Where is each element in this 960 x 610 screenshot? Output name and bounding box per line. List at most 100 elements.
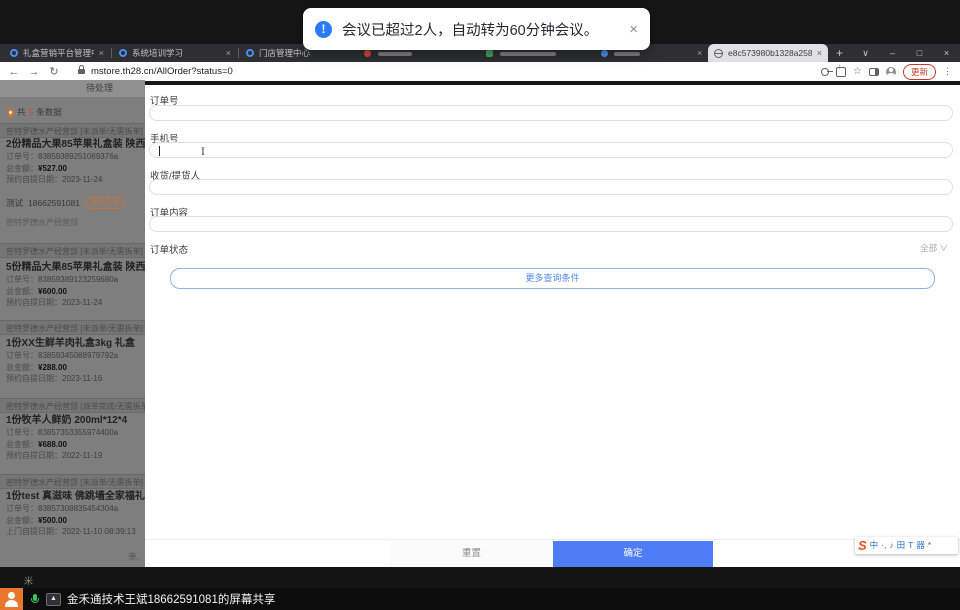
- sidebar-tab-pending[interactable]: 待处理: [0, 80, 145, 97]
- sogou-logo-icon[interactable]: S: [858, 537, 867, 554]
- ime-toolbar: S 中 ·, ♪ 田 T 器 *: [855, 537, 958, 554]
- meeting-banner: ! 会议已超过2人，自动转为60分钟会议。 ×: [303, 8, 650, 50]
- screen-share-icon[interactable]: ▲: [46, 592, 61, 606]
- site-icon: [246, 49, 254, 57]
- pickup-date: 2023-11-24: [62, 298, 103, 307]
- partial-greeting-text: 亲,: [128, 551, 139, 561]
- window-maximize-button[interactable]: □: [906, 48, 933, 58]
- hidden-tab-icon: [364, 50, 371, 57]
- site-icon: [10, 49, 18, 57]
- tab-close-icon[interactable]: ×: [226, 48, 231, 58]
- status-select[interactable]: 全部 ∨: [920, 242, 948, 254]
- order-count-number: 5: [28, 107, 34, 117]
- order-number: 83857353355974400a: [38, 428, 119, 437]
- hidden-tab-text: [614, 52, 640, 56]
- tab-title: 礼盒营销平台管理中心: [23, 48, 94, 58]
- browser-more-menu-icon[interactable]: ⋮: [943, 66, 952, 77]
- window-minimize-button[interactable]: –: [879, 48, 906, 58]
- back-icon[interactable]: ←: [4, 66, 24, 78]
- reload-icon[interactable]: ↻: [44, 65, 64, 78]
- meeting-banner-text: 会议已超过2人，自动转为60分钟会议。: [342, 22, 599, 39]
- tab-training[interactable]: 系统培训学习 ×: [113, 44, 237, 62]
- merchant-header: 密特罗德水产经营部 [未派单/无需拆单]: [0, 320, 145, 335]
- product-name: 1份牧羊人鲜奶 200ml*12*4: [6, 415, 128, 426]
- order-card[interactable]: 2份精品大果85苹果礼盒装 陕西洛阳16 订单号：838593892510693…: [6, 138, 145, 228]
- browser-menu-chevron[interactable]: ∨: [852, 48, 879, 59]
- side-panel-icon[interactable]: [868, 67, 879, 76]
- tab-close-icon[interactable]: ×: [697, 48, 702, 58]
- pickup-date: 2022-11-19: [62, 451, 103, 460]
- merchant-header: 密特罗德水产经营部 [派单完成/无需拆单]: [0, 398, 145, 413]
- pickup-badge: 预约自提: [85, 196, 126, 209]
- tab-close-icon[interactable]: ×: [817, 48, 822, 58]
- window-close-button[interactable]: ×: [933, 48, 960, 58]
- text-caret: [159, 146, 160, 156]
- order-card[interactable]: 1份test 真滋味 佛跳墙全家福礼盒 订单号：8385730883545430…: [6, 490, 145, 538]
- ime-voice-icon[interactable]: ♪: [889, 537, 893, 554]
- lock-icon[interactable]: [78, 65, 85, 74]
- product-name: 5份精品大果85苹果礼盒装 陕西洛阳16: [6, 262, 145, 273]
- reset-button[interactable]: 重置: [390, 541, 553, 567]
- order-amount: ¥500.00: [38, 515, 67, 525]
- order-amount: ¥688.00: [38, 439, 67, 449]
- ime-settings-icon[interactable]: *: [928, 537, 931, 554]
- consignee-input[interactable]: [149, 179, 953, 195]
- bookmark-star-icon[interactable]: ☆: [853, 66, 862, 77]
- browser-toolbar: ← → ↻ mstore.th28.cn/AllOrder?status=0 ☆…: [0, 62, 960, 81]
- screen-share-label: 金禾通技术王斌18662591081的屏幕共享: [67, 594, 276, 606]
- tab-title: e8c573980b1328a258fd2e618: [728, 48, 812, 58]
- order-amount: ¥288.00: [38, 362, 67, 372]
- order-content-input[interactable]: [149, 216, 953, 232]
- ime-mode-chinese-icon[interactable]: 中: [870, 537, 879, 554]
- ime-skin-icon[interactable]: T: [908, 537, 913, 554]
- contact-phone: 18662591081: [28, 197, 81, 208]
- contact-row: 测试 18662591081 预约自提: [6, 196, 145, 209]
- partial-dimmed-text: 米: [24, 576, 34, 586]
- chevron-down-icon: ∨: [939, 243, 948, 253]
- mouse-ibeam-cursor: I: [201, 147, 205, 158]
- address-bar[interactable]: mstore.th28.cn/AllOrder?status=0: [91, 66, 233, 77]
- order-amount: ¥600.00: [38, 286, 67, 296]
- ime-punctuation-icon[interactable]: ·,: [881, 537, 886, 554]
- pickup-date: 2023-11-16: [62, 374, 103, 383]
- ime-toolbox-icon[interactable]: 器: [916, 537, 925, 554]
- ime-symbols-icon[interactable]: 田: [897, 537, 906, 554]
- tab-active-hash[interactable]: e8c573980b1328a258fd2e618 ×: [708, 44, 828, 62]
- order-number: 83859345088979792a: [38, 351, 119, 360]
- chrome-update-button[interactable]: 更新: [902, 63, 936, 80]
- tab-close-icon[interactable]: ×: [99, 48, 104, 58]
- new-tab-button[interactable]: +: [836, 46, 843, 60]
- pickup-date: 2022-11-10 08:39:13: [62, 527, 136, 536]
- order-list-sidebar: 待处理 共 5 条数据 密特罗德水产经营部 [未派单/无需拆单] 2份精品大果85苹…: [0, 80, 145, 567]
- order-card[interactable]: 1份牧羊人鲜奶 200ml*12*4 订单号：83857353355974400…: [6, 414, 145, 462]
- microphone-icon[interactable]: [31, 593, 39, 605]
- banner-close-icon[interactable]: ×: [629, 21, 638, 38]
- viewport-bottom-strip: 米: [0, 567, 960, 588]
- password-key-icon[interactable]: [821, 67, 834, 76]
- pickup-date: 2023-11-24: [62, 175, 103, 184]
- order-card[interactable]: 5份精品大果85苹果礼盒装 陕西洛阳16 订单号：838593891232596…: [6, 261, 145, 309]
- presenter-avatar-icon[interactable]: [0, 588, 23, 610]
- tab-title: 系统培训学习: [132, 48, 184, 58]
- more-filters-button[interactable]: 更多查询条件: [170, 268, 935, 289]
- share-icon[interactable]: [836, 64, 847, 77]
- tab-gift-platform[interactable]: 礼盒营销平台管理中心 ×: [4, 44, 110, 62]
- phone-input[interactable]: [149, 142, 953, 158]
- product-name: 2份精品大果85苹果礼盒装 陕西洛阳16: [6, 139, 145, 150]
- confirm-button[interactable]: 确定: [553, 541, 713, 567]
- merchant-header: 密特罗德水产经营部 [未派单/无需拆单]: [0, 474, 145, 489]
- profile-avatar-icon[interactable]: [885, 66, 896, 77]
- order-count: 共 5 条数据: [5, 106, 62, 118]
- order-query-panel: 订单号 手机号 I 收货/提货人 订单内容 订单状态 全部 ∨ 更多查询条件 重…: [145, 85, 960, 567]
- forward-icon[interactable]: →: [24, 66, 44, 78]
- contact-name: 测试: [6, 197, 24, 208]
- order-number: 83857308835454304a: [38, 504, 119, 513]
- store-name: 密特罗德水产经营部: [6, 217, 78, 227]
- product-name: 1份XX生鲜羊肉礼盒3kg 礼盒: [6, 338, 135, 349]
- window-controls: ∨ – □ ×: [852, 44, 960, 62]
- merchant-header: 密特罗德水产经营部 [未派单/无需拆单]: [0, 123, 145, 138]
- field-label-status: 订单状态: [150, 245, 189, 256]
- order-no-input[interactable]: [149, 105, 953, 121]
- order-card[interactable]: 1份XX生鲜羊肉礼盒3kg 礼盒 订单号：83859345088979792a …: [6, 337, 145, 385]
- location-pin-icon: [5, 107, 16, 117]
